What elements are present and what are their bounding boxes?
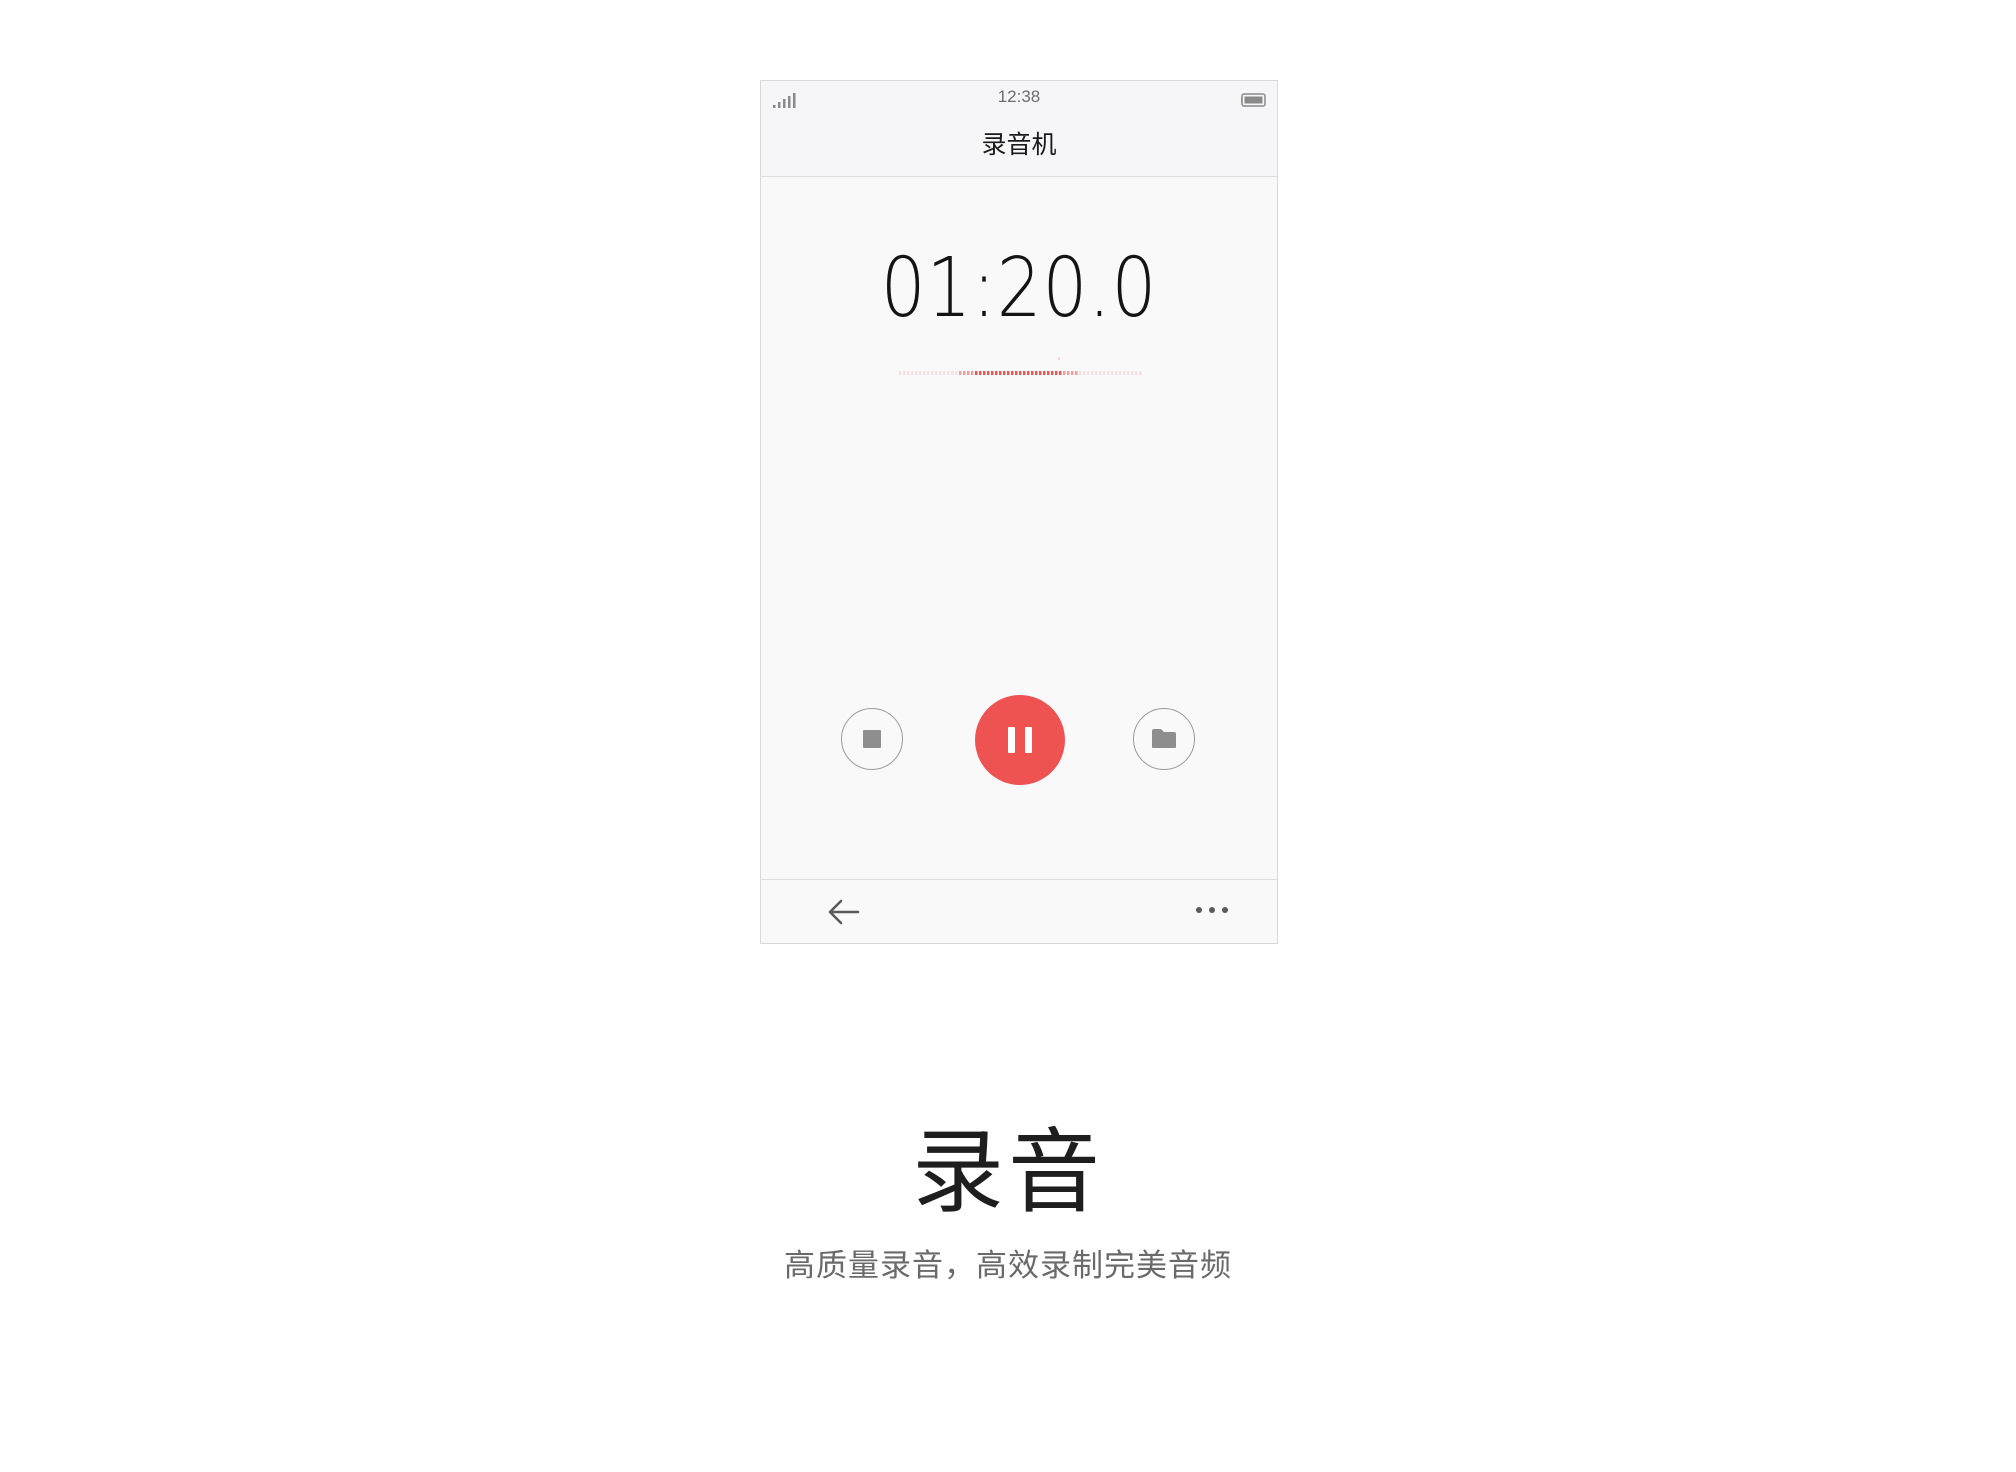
screen: 12:38 录音机 01:20.0 录音 高质量录音，高效录制完美音频 (0, 0, 2016, 1472)
feature-subtitle: 高质量录音，高效录制完美音频 (784, 1248, 1232, 1284)
pause-icon-bar (1025, 727, 1032, 753)
recorder-controls (761, 81, 1277, 943)
more-dots-icon[interactable] (1195, 904, 1229, 916)
feature-title: 录音 (911, 1119, 1104, 1226)
stop-button[interactable] (841, 708, 903, 770)
recordings-folder-button[interactable] (1133, 708, 1195, 770)
pause-icon (1008, 727, 1015, 753)
bottom-bar (761, 879, 1277, 943)
pause-button[interactable] (975, 695, 1065, 785)
phone-frame: 12:38 录音机 01:20.0 (760, 80, 1278, 944)
folder-icon (1152, 729, 1176, 748)
stop-icon (863, 730, 881, 748)
back-arrow-icon[interactable] (827, 897, 861, 927)
